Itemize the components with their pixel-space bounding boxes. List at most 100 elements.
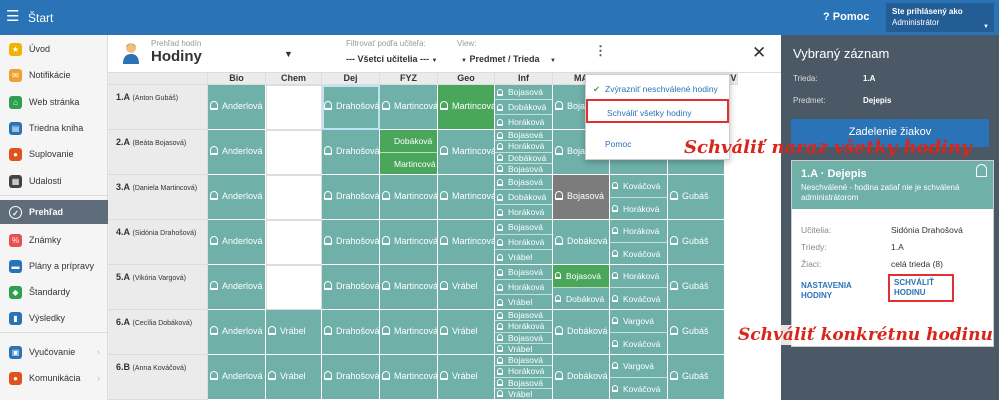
sidebar-item-4[interactable]: ● Suplovanie	[0, 142, 108, 166]
sidebar-divider	[0, 332, 108, 333]
highlight-unapproved-item[interactable]: ✔ Zvýrazniť neschválené hodiny	[586, 84, 729, 94]
lesson-cell[interactable]: Martincová	[380, 310, 438, 355]
lesson-cell[interactable]: Kováčová Horáková	[610, 175, 668, 220]
lesson-cell[interactable]: Vrábel	[438, 265, 495, 310]
sidebar-item-3[interactable]: ▤ Triedna kniha	[0, 116, 108, 140]
lesson-teacher: Bojasová	[495, 355, 552, 367]
approve-all-item[interactable]: Schváliť všetky hodiny	[586, 99, 729, 123]
lesson-cell[interactable]	[266, 265, 322, 310]
title-dropdown-icon[interactable]: ▼	[284, 49, 293, 59]
bell-icon	[670, 236, 678, 245]
lesson-cell[interactable]: Vrábel	[266, 355, 322, 400]
view-select[interactable]: ▼ Predmet / Trieda ▼	[461, 54, 556, 64]
lesson-cell[interactable]: Anderlová	[208, 130, 266, 175]
lesson-cell[interactable]: Vargová Kováčová	[610, 310, 668, 355]
lesson-cell[interactable]: Bojasová Dobáková	[553, 265, 610, 310]
lesson-cell[interactable]: ZlatýDrobná	[725, 355, 726, 400]
sidebar-item-8[interactable]: ▬ Plány a prípravy	[0, 254, 108, 278]
sidebar-item-2[interactable]: ⌂ Web stránka	[0, 90, 108, 114]
lesson-cell[interactable]: Anderlová	[208, 355, 266, 400]
lesson-cell[interactable]: Martincová	[438, 220, 495, 265]
lesson-cell[interactable]: Bojasová Dobáková Horáková	[495, 175, 553, 220]
lesson-cell[interactable]: Gubáš	[668, 355, 725, 400]
close-icon[interactable]: ✕	[752, 43, 766, 63]
lesson-cell[interactable]: Bojasová	[553, 175, 610, 220]
lesson-cell[interactable]: Horáková Kováčová	[610, 220, 668, 265]
help-link[interactable]: ? Pomoc	[823, 11, 869, 23]
lesson-cell[interactable]: Drahošová	[322, 130, 380, 175]
lesson-cell[interactable]: Anderlová	[208, 85, 266, 130]
lesson-cell[interactable]: Drahošová	[322, 310, 380, 355]
lesson-cell[interactable]: Bojasová Horáková Dobáková Bojasová	[495, 130, 553, 175]
lesson-cell[interactable]: Dobáková	[553, 355, 610, 400]
lesson-cell[interactable]: ZlatýDrobná	[725, 310, 726, 355]
lesson-cell[interactable]	[266, 85, 322, 130]
lesson-cell[interactable]: Martincová	[438, 130, 495, 175]
lesson-cell[interactable]: Vrábel	[438, 355, 495, 400]
teacher-filter-select[interactable]: --- Všetci učitelia --- ▼	[346, 54, 437, 64]
lesson-cell[interactable]: Anderlová	[208, 220, 266, 265]
lesson-cell[interactable]: Martincová	[438, 85, 495, 130]
lesson-settings-button[interactable]: NASTAVENIA HODINY	[801, 281, 871, 301]
lesson-cell[interactable]: Vrábel	[266, 310, 322, 355]
lesson-cell[interactable]	[266, 175, 322, 220]
lesson-teacher: Gubáš	[668, 281, 724, 291]
lesson-cell[interactable]: Martincová	[438, 175, 495, 220]
sidebar: ★ Úvod ✉ Notifikácie ⌂ Web stránka ▤ Triedna kn…	[0, 35, 108, 400]
more-options-icon[interactable]: ⋮	[594, 43, 607, 59]
lesson-cell[interactable]: Anderlová	[208, 265, 266, 310]
lesson-cell[interactable]: ZlatýDrobná	[725, 175, 726, 220]
sidebar-item-0[interactable]: ★ Úvod	[0, 37, 108, 61]
lesson-cell[interactable]: Dobáková	[553, 310, 610, 355]
lesson-cell[interactable]: Anderlová	[208, 175, 266, 220]
sidebar-item-7[interactable]: % Známky	[0, 228, 108, 252]
sidebar-item-11[interactable]: ▣ Vyučovanie ›	[0, 340, 108, 364]
lesson-cell[interactable]	[266, 220, 322, 265]
sidebar-item-5[interactable]: ▦ Udalosti	[0, 169, 108, 193]
bell-icon	[440, 371, 448, 380]
lesson-cell[interactable]: Drahošová	[322, 355, 380, 400]
lesson-teacher: Anderlová	[208, 236, 265, 246]
lesson-cell[interactable]: Gubáš	[668, 175, 725, 220]
lesson-cell[interactable]: Bojasová Horáková Bojasová Vrábel	[495, 310, 553, 355]
app-title[interactable]: Štart	[28, 11, 53, 25]
lesson-cell[interactable]: Gubáš	[668, 220, 725, 265]
lesson-cell[interactable]: Martincová	[380, 175, 438, 220]
lesson-cell[interactable]: Martincová	[380, 355, 438, 400]
user-menu[interactable]: Ste prihlásený ako Administrátor ▼	[886, 3, 994, 32]
bell-icon	[440, 101, 448, 110]
lesson-cell[interactable]: Anderlová	[208, 310, 266, 355]
lesson-cell[interactable]: ZlatýDrobná	[725, 220, 726, 265]
approve-lesson-button[interactable]: SCHVÁLIŤ HODINU	[888, 274, 954, 302]
lesson-cell[interactable]: Vargová Kováčová	[610, 355, 668, 400]
lesson-cell[interactable]: Bojasová Dobáková Horáková	[495, 85, 553, 130]
lesson-teacher: Drahošová	[322, 146, 379, 156]
lesson-cell[interactable]: Dobáková	[553, 220, 610, 265]
bell-icon	[268, 371, 276, 380]
lesson-cell[interactable]: Martincová	[380, 85, 438, 130]
lesson-cell[interactable]: Drahošová	[322, 175, 380, 220]
lesson-cell[interactable]: Drahošová	[322, 265, 380, 310]
lesson-cell[interactable]: Bojasová Horáková Vrábel	[495, 220, 553, 265]
lesson-cell[interactable]: Horáková Kováčová	[610, 265, 668, 310]
sidebar-item-12[interactable]: ● Komunikácia ›	[0, 366, 108, 390]
row-header-class: 3.A (Daniela Martincová)	[108, 175, 208, 220]
sidebar-item-1[interactable]: ✉ Notifikácie	[0, 63, 108, 87]
lesson-cell[interactable]	[266, 130, 322, 175]
sidebar-item-10[interactable]: ▮ Výsledky	[0, 306, 108, 330]
lesson-cell[interactable]: Dobáková Martincová	[380, 130, 438, 175]
hamburger-menu-icon[interactable]: ☰	[6, 9, 19, 25]
lesson-cell[interactable]: Bojasová Horáková Vrábel	[495, 265, 553, 310]
lesson-cell[interactable]: Drahošová	[322, 220, 380, 265]
lesson-teacher: Drahošová	[322, 326, 379, 336]
lesson-cell[interactable]: Gubáš	[668, 310, 725, 355]
lesson-cell[interactable]: ZlatýVargová	[725, 265, 726, 310]
lesson-cell[interactable]: Bojasová Horáková Bojasová Vrábel	[495, 355, 553, 400]
lesson-cell[interactable]: Vrábel	[438, 310, 495, 355]
lesson-cell[interactable]: Gubáš	[668, 265, 725, 310]
sidebar-item-6[interactable]: ✓ Prehľad	[0, 200, 108, 224]
lesson-cell[interactable]: Martincová	[380, 220, 438, 265]
lesson-cell[interactable]: Drahošová	[322, 85, 380, 130]
lesson-cell[interactable]: Martincová	[380, 265, 438, 310]
sidebar-item-9[interactable]: ◆ Štandardy	[0, 280, 108, 304]
